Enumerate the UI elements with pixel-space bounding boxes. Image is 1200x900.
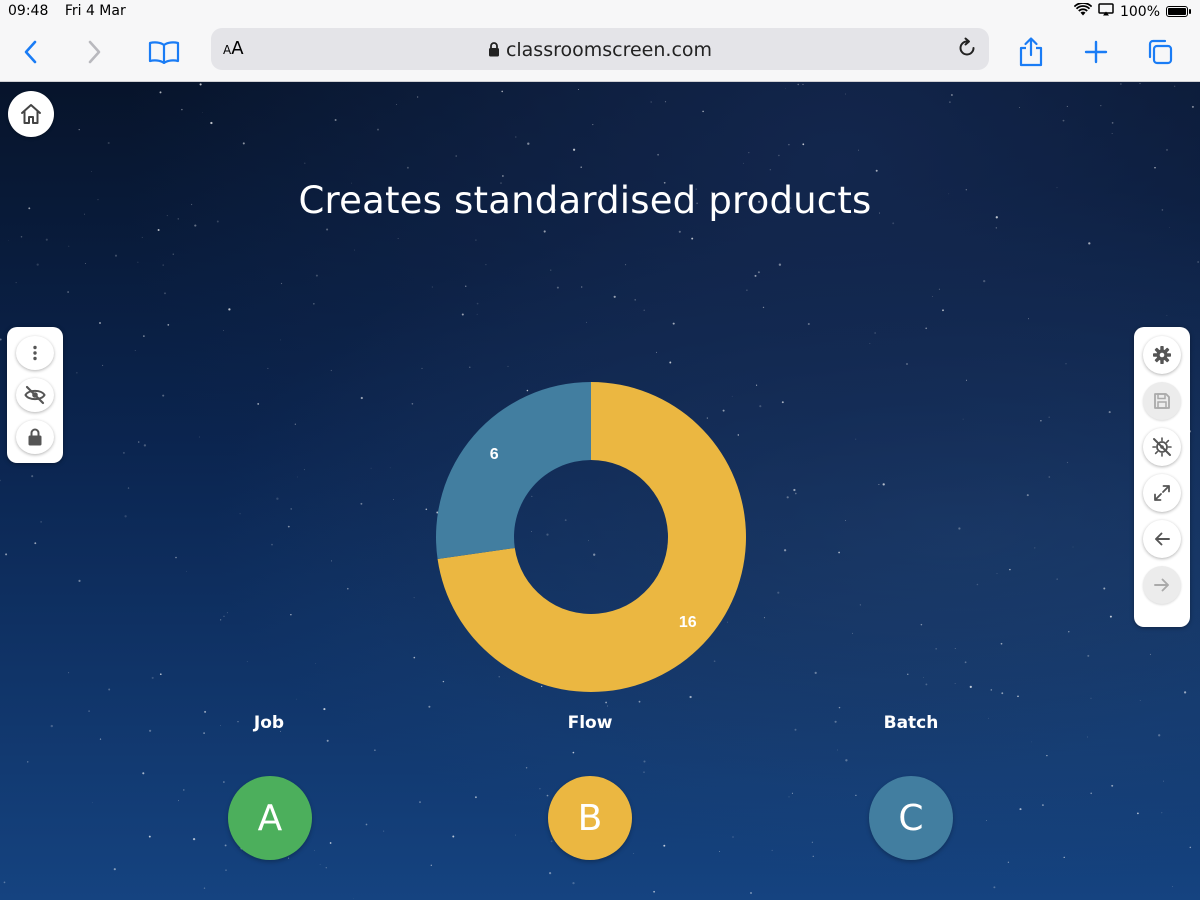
vote-b-button[interactable]: B bbox=[548, 776, 632, 860]
chevron-right-icon bbox=[88, 40, 101, 64]
lock-icon bbox=[488, 40, 500, 62]
vote-a-button[interactable]: A bbox=[228, 776, 312, 860]
share-button[interactable] bbox=[1011, 32, 1051, 72]
option-b-label: Flow bbox=[567, 713, 613, 733]
status-date: Fri 4 Mar bbox=[64, 3, 126, 19]
forward-button[interactable] bbox=[74, 32, 114, 72]
chevron-left-icon bbox=[24, 40, 37, 64]
new-tab-button[interactable] bbox=[1076, 32, 1116, 72]
tabs-button[interactable] bbox=[1140, 32, 1180, 72]
browser-toolbar: AA classroomscreen.com bbox=[0, 24, 1200, 82]
donut-label-batch: 6 bbox=[490, 446, 499, 463]
battery-percent: 100% bbox=[1119, 3, 1160, 20]
battery-fill bbox=[1168, 8, 1186, 15]
share-icon bbox=[1019, 37, 1043, 67]
battery-icon bbox=[1166, 6, 1191, 17]
donut-slice-batch bbox=[436, 381, 591, 560]
classroom-stage: Creates standardised products 16 6 Job F… bbox=[0, 82, 1200, 900]
screen-mirroring-icon bbox=[1098, 3, 1114, 20]
book-icon bbox=[148, 41, 180, 64]
url-text: classroomscreen.com bbox=[505, 39, 713, 61]
status-bar: 09:48 Fri 4 Mar 100% bbox=[0, 0, 1200, 24]
vote-c-button[interactable]: C bbox=[869, 776, 953, 860]
reload-icon bbox=[959, 37, 975, 56]
option-c-label: Batch bbox=[883, 713, 939, 733]
address-bar[interactable]: AA classroomscreen.com bbox=[211, 28, 989, 70]
tabs-icon bbox=[1148, 39, 1173, 65]
option-a-label: Job bbox=[253, 713, 285, 733]
reload-button[interactable] bbox=[955, 36, 979, 64]
bookmarks-button[interactable] bbox=[144, 32, 184, 72]
plus-icon bbox=[1084, 40, 1108, 64]
status-time: 09:48 bbox=[8, 3, 49, 19]
back-button[interactable] bbox=[11, 32, 51, 72]
donut-label-flow: 16 bbox=[679, 614, 697, 631]
wifi-icon bbox=[1073, 2, 1093, 20]
